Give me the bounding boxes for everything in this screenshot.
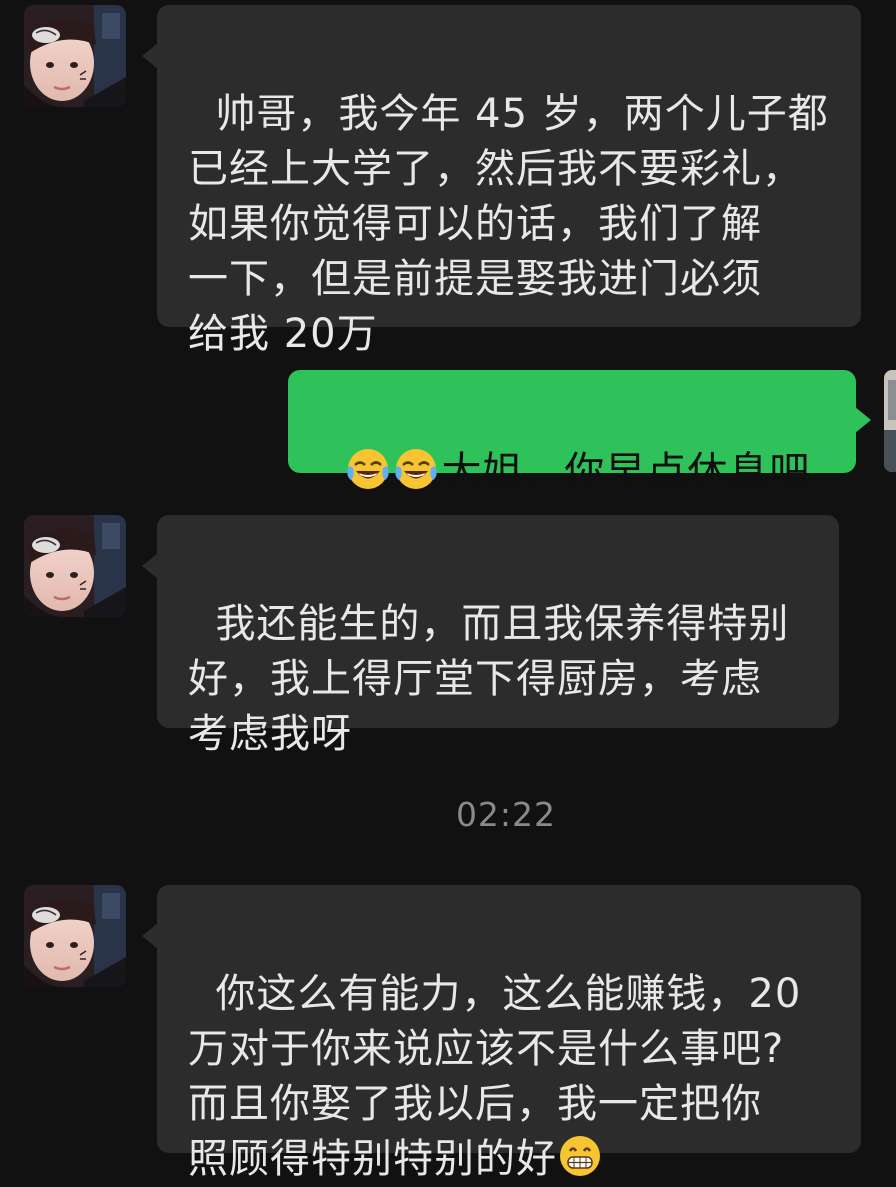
message-bubble-incoming[interactable]: 帅哥，我今年 45 岁，两个儿子都 已经上大学了，然后我不要彩礼， 如果你觉得可… bbox=[142, 5, 861, 357]
contact-avatar-photo bbox=[24, 885, 126, 987]
self-avatar-photo bbox=[884, 370, 896, 472]
chat-timestamp: 02:22 bbox=[455, 795, 557, 834]
message-text: 帅哥，我今年 45 岁，两个儿子都 已经上大学了，然后我不要彩礼， 如果你觉得可… bbox=[188, 91, 829, 357]
message-bubble-outgoing[interactable]: 大姐，你早点休息吧 bbox=[288, 370, 871, 495]
message-text: 你这么有能力，这么能赚钱，20 万对于你来说应该不是什么事吧? 而且你娶了我以后… bbox=[188, 971, 802, 1182]
contact-avatar[interactable] bbox=[24, 515, 126, 617]
contact-avatar[interactable] bbox=[24, 5, 126, 107]
grinning-face-icon bbox=[557, 1133, 603, 1179]
contact-avatar[interactable] bbox=[24, 885, 126, 987]
message-bubble-incoming[interactable]: 你这么有能力，这么能赚钱，20 万对于你来说应该不是什么事吧? 而且你娶了我以后… bbox=[142, 885, 861, 1182]
message-text: 大姐，你早点休息吧 bbox=[441, 449, 811, 495]
face-with-tears-of-joy-icon bbox=[345, 446, 391, 492]
self-avatar[interactable] bbox=[884, 370, 896, 472]
contact-avatar-photo bbox=[24, 5, 126, 107]
message-text: 我还能生的，而且我保养得特别 好，我上得厅堂下得厨房，考虑 考虑我呀 bbox=[188, 601, 790, 757]
message-bubble-incoming[interactable]: 我还能生的，而且我保养得特别 好，我上得厅堂下得厨房，考虑 考虑我呀 bbox=[142, 515, 839, 757]
contact-avatar-photo bbox=[24, 515, 126, 617]
face-with-tears-of-joy-icon bbox=[393, 446, 439, 492]
